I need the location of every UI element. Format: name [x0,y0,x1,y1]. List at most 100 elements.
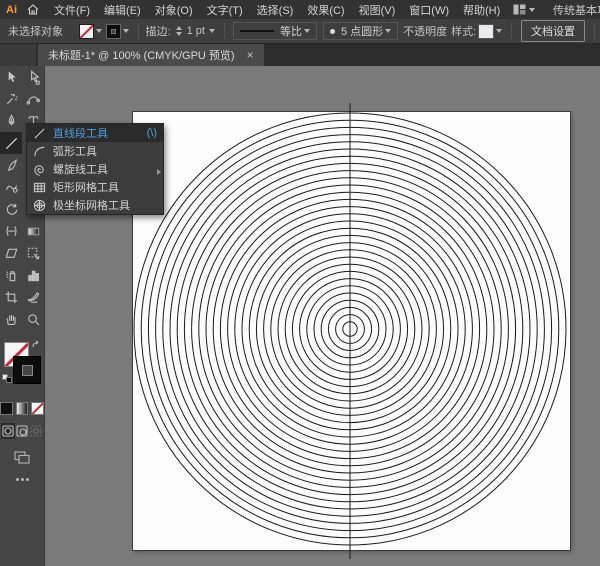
divider [594,23,595,39]
width-profile-dropdown[interactable]: 等比 [233,22,317,40]
flyout-label: 矩形网格工具 [53,179,119,195]
divider [138,23,139,39]
swap-fill-stroke-icon[interactable] [31,340,43,351]
brush-label: 5 点圆形 [341,23,383,39]
magic-wand-tool[interactable] [0,88,22,110]
color-mode-buttons [0,402,44,415]
stroke-weight-label: 描边: [146,23,171,39]
default-fill-stroke-icon[interactable] [2,374,12,383]
step-down-icon[interactable] [176,32,182,36]
symbol-sprayer-tool[interactable] [0,264,22,286]
stroke-weight-stepper[interactable] [176,26,182,36]
brush-dot-icon [330,29,335,34]
line-tools-flyout-menu: 直线段工具 (\) 弧形工具 螺旋线工具 矩形网格工具 极坐标网格工具 [26,123,164,215]
change-screen-mode-icon[interactable] [0,451,44,464]
line-segment-icon [33,127,46,140]
flyout-item-polar-grid[interactable]: 极坐标网格工具 [27,196,163,214]
direct-selection-tool[interactable] [22,66,44,88]
menu-view[interactable]: 视图(V) [352,2,403,18]
chevron-down-icon[interactable] [496,29,502,33]
spiral-icon [33,163,46,176]
flyout-item-spiral[interactable]: 螺旋线工具 [27,160,163,178]
drawing-modes [0,423,44,439]
flyout-label: 极坐标网格工具 [53,197,130,213]
stroke-hole [111,29,116,34]
flyout-item-arc[interactable]: 弧形工具 [27,142,163,160]
stroke-swatch-hole [22,365,33,376]
flyout-label: 直线段工具 [53,125,108,141]
style-swatch[interactable] [478,24,494,39]
style-label: 样式: [451,23,476,39]
menu-file[interactable]: 文件(F) [47,2,97,18]
opacity-label[interactable]: 不透明度 [403,23,447,39]
slice-tool[interactable] [22,286,44,308]
fill-stroke-controls [0,340,45,396]
draw-behind-mode[interactable] [15,423,29,439]
column-graph-tool[interactable] [22,264,44,286]
stroke-color-swatch[interactable] [106,24,121,39]
flyout-item-rect-grid[interactable]: 矩形网格工具 [27,178,163,196]
flyout-label: 螺旋线工具 [53,161,108,177]
artboard[interactable] [133,112,570,550]
draw-normal-mode[interactable] [1,423,15,439]
chevron-down-icon[interactable] [123,29,129,33]
divider [224,23,225,39]
chevron-down-icon [304,29,310,33]
step-up-icon[interactable] [176,26,182,30]
line-segment-tool[interactable] [0,132,22,154]
chevron-down-icon[interactable] [96,29,102,33]
polar-grid-icon [33,199,46,212]
gradient-tool[interactable] [22,220,44,242]
pen-tool[interactable] [0,110,22,132]
curvature-tool[interactable] [22,88,44,110]
edit-toolbar-button[interactable] [0,478,44,481]
color-button[interactable] [0,402,13,415]
menu-window[interactable]: 窗口(W) [402,2,456,18]
stroke-weight-value[interactable]: 1 pt [187,25,205,37]
selection-status: 未选择对象 [8,23,79,39]
shear-tool[interactable] [0,242,22,264]
menu-type[interactable]: 文字(T) [200,2,250,18]
rectangular-grid-icon [33,181,46,194]
menu-edit[interactable]: 编辑(E) [97,2,148,18]
workspace-name[interactable]: 传统基本功能 [553,2,600,18]
close-tab-icon[interactable]: × [247,49,254,61]
brush-dropdown[interactable]: 5 点圆形 [323,22,398,40]
menu-effect[interactable]: 效果(C) [300,2,351,18]
selection-tool[interactable] [0,66,22,88]
menu-bar: Ai 文件(F) 编辑(E) 对象(O) 文字(T) 选择(S) 效果(C) 视… [0,0,600,19]
menu-help[interactable]: 帮助(H) [456,2,507,18]
chevron-down-icon [385,29,391,33]
workspace-switcher-icon[interactable] [507,4,541,15]
rotate-tool[interactable] [0,198,22,220]
app-logo: Ai [3,4,23,16]
flyout-item-line-segment[interactable]: 直线段工具 (\) [27,124,163,142]
document-tab-bar: 未标题-1* @ 100% (CMYK/GPU 预览) × [0,44,600,66]
shaper-tool[interactable] [0,176,22,198]
stroke-swatch-black[interactable] [13,356,41,384]
hand-tool[interactable] [0,308,22,330]
chevron-down-icon[interactable] [209,29,215,33]
control-options-bar: 未选择对象 描边: 1 pt 等比 5 点圆形 不透明度 样式: 文档设置 [0,19,600,44]
artwork-svg [133,112,570,550]
artboard-tool[interactable] [0,286,22,308]
tear-off-icon [157,169,161,175]
document-tab[interactable]: 未标题-1* @ 100% (CMYK/GPU 预览) × [38,44,264,66]
stroke-profile-preview [240,30,274,32]
home-icon[interactable] [23,4,47,15]
arc-icon [33,145,46,158]
document-setup-button[interactable]: 文档设置 [521,20,585,42]
gradient-button[interactable] [16,402,29,415]
zoom-tool[interactable] [22,308,44,330]
fill-none-swatch[interactable] [79,24,94,39]
paintbrush-tool[interactable] [0,154,22,176]
draw-inside-mode[interactable] [29,423,43,439]
width-tool[interactable] [0,220,22,242]
default-stroke [6,377,12,383]
divider [511,23,512,39]
menu-object[interactable]: 对象(O) [148,2,200,18]
document-title: 未标题-1* @ 100% (CMYK/GPU 预览) [48,47,235,63]
none-button[interactable] [31,402,44,415]
free-transform-tool[interactable] [22,242,44,264]
menu-select[interactable]: 选择(S) [250,2,301,18]
